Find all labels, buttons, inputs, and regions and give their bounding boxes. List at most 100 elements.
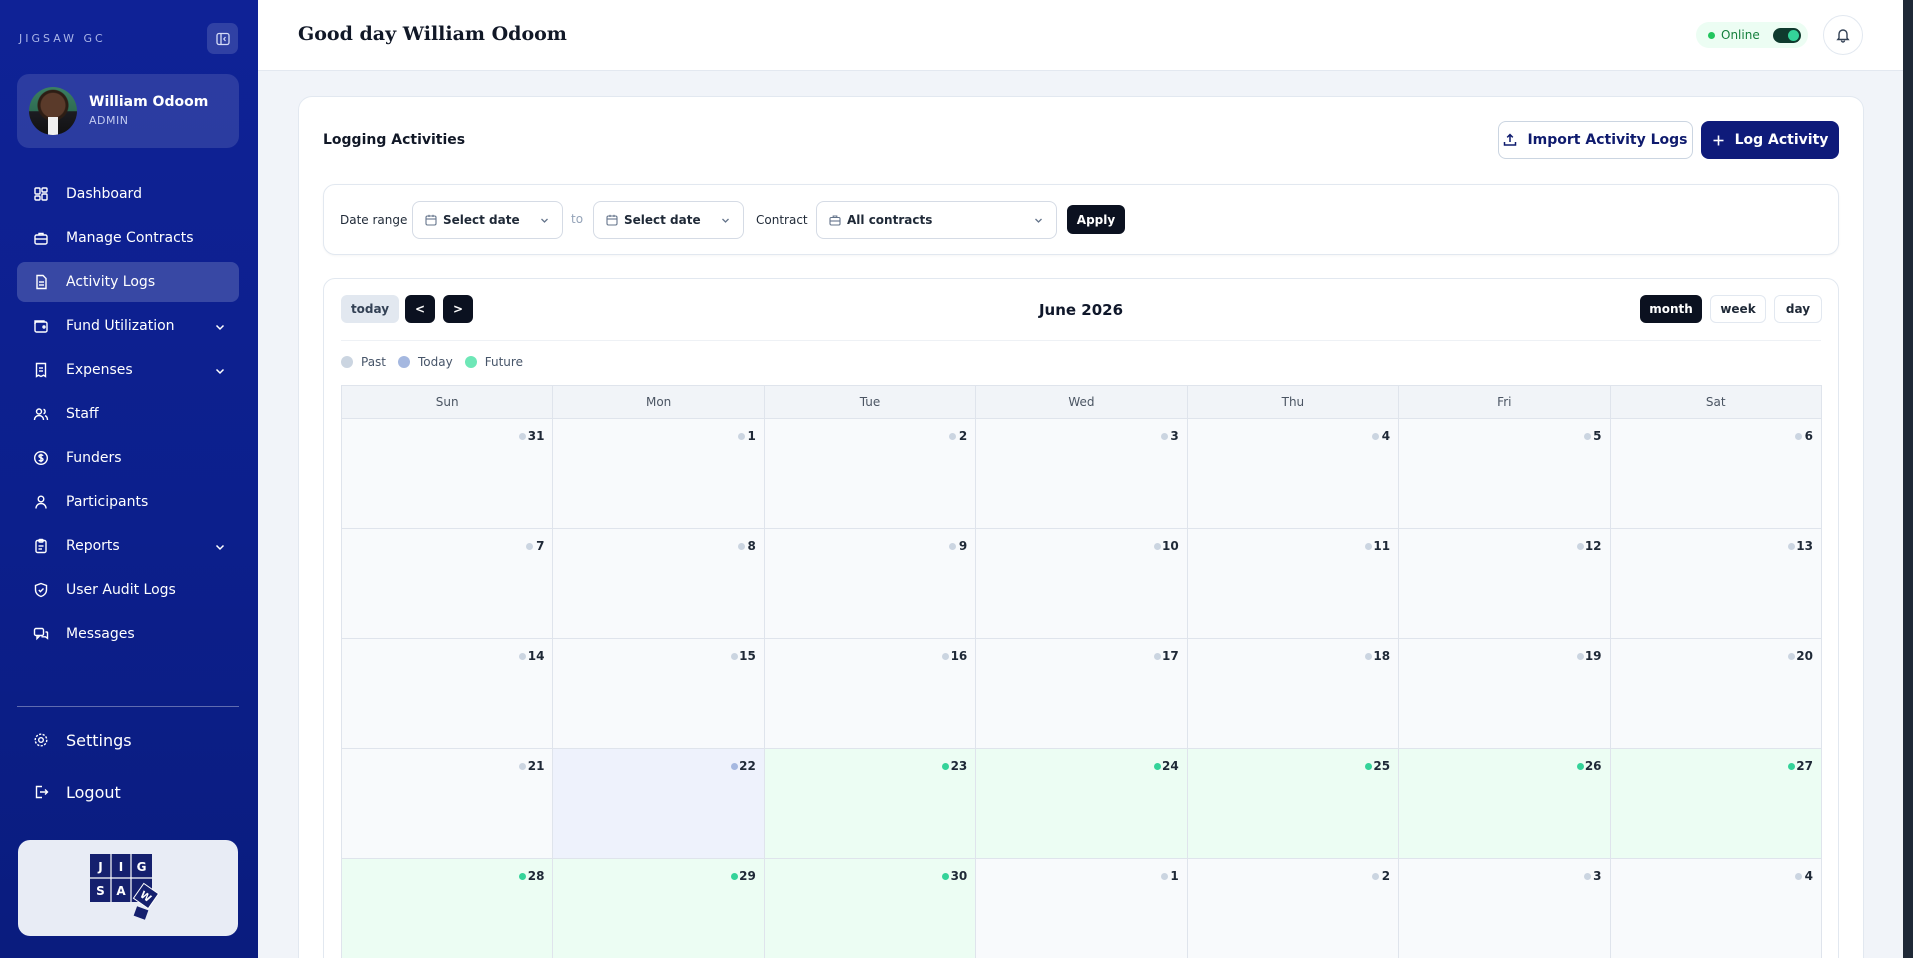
calendar-day-cell[interactable]: 2 bbox=[764, 419, 977, 528]
calendar-day-cell[interactable]: 22 bbox=[553, 749, 765, 858]
calendar-day-cell[interactable]: 31 bbox=[342, 419, 554, 528]
upload-icon bbox=[1504, 133, 1517, 146]
legend-label: Future bbox=[484, 355, 523, 369]
weekday-label: Sun bbox=[342, 386, 554, 418]
start-date-picker[interactable]: Select date bbox=[412, 201, 563, 239]
log-activity-label: Log Activity bbox=[1734, 132, 1829, 148]
sidebar-item-settings[interactable]: Settings bbox=[17, 720, 239, 760]
calendar-week-row: 7 8 9 10 11 12 13 bbox=[342, 529, 1821, 639]
calendar-day-cell[interactable]: 3 bbox=[1399, 859, 1611, 958]
weekday-label: Sat bbox=[1705, 395, 1726, 409]
import-activity-logs-button[interactable]: Import Activity Logs bbox=[1498, 121, 1693, 159]
calendar-day-cell[interactable]: 4 bbox=[1187, 419, 1400, 528]
calendar-day-cell[interactable]: 23 bbox=[764, 749, 977, 858]
day-number: 17 bbox=[1161, 649, 1179, 663]
calendar-weeks: 31 1 2 3 4 5 6 7 8 9 10 11 12 13 14 15 16 17 18 19 20 21 22 23 2… bbox=[342, 419, 1821, 958]
calendar-day-cell[interactable]: 11 bbox=[1187, 529, 1400, 638]
sidebar-item-label: Expenses bbox=[66, 362, 133, 378]
notifications-button[interactable] bbox=[1823, 15, 1863, 55]
sidebar-item-reports[interactable]: Reports bbox=[17, 526, 239, 566]
calendar-day-cell[interactable]: 8 bbox=[553, 529, 765, 638]
sidebar-item-staff[interactable]: Staff bbox=[17, 394, 239, 434]
sidebar-collapse-button[interactable] bbox=[207, 23, 238, 54]
weekday-label: Tue bbox=[765, 386, 977, 418]
calendar-day-cell[interactable]: 5 bbox=[1399, 419, 1611, 528]
calendar-day-cell[interactable]: 13 bbox=[1610, 529, 1821, 638]
calendar-week-row: 14 15 16 17 18 19 20 bbox=[342, 639, 1821, 749]
calendar-day-cell[interactable]: 21 bbox=[342, 749, 554, 858]
day-status-dot bbox=[730, 653, 738, 660]
log-activity-button[interactable]: Log Activity bbox=[1701, 121, 1839, 159]
filter-bar: Date range Select date to Select date Co… bbox=[323, 184, 1839, 255]
sidebar-item-messages[interactable]: Messages bbox=[17, 614, 239, 654]
calendar-day-cell[interactable]: 6 bbox=[1610, 419, 1821, 528]
day-number: 31 bbox=[527, 429, 545, 443]
calendar-day-cell[interactable]: 1 bbox=[976, 859, 1188, 958]
logo-letter: A bbox=[116, 884, 126, 898]
day-status-dot bbox=[1372, 433, 1380, 440]
calendar-day-cell[interactable]: 25 bbox=[1187, 749, 1400, 858]
calendar: today < > June 2026 month week day Past … bbox=[323, 278, 1839, 958]
day-number: 14 bbox=[527, 649, 545, 663]
calendar-day-cell[interactable]: 3 bbox=[976, 419, 1188, 528]
sidebar: JIGSAW GC William Odoom ADMIN Dashboard … bbox=[0, 0, 258, 958]
calendar-day-cell[interactable]: 27 bbox=[1610, 749, 1821, 858]
sidebar-item-expenses[interactable]: Expenses bbox=[17, 350, 239, 390]
calendar-day-cell[interactable]: 15 bbox=[553, 639, 765, 748]
view-week-button[interactable]: week bbox=[1710, 295, 1766, 323]
calendar-day-cell[interactable]: 24 bbox=[976, 749, 1188, 858]
apply-filter-button[interactable]: Apply bbox=[1067, 205, 1125, 234]
briefcase-icon bbox=[829, 215, 841, 226]
calendar-day-cell[interactable]: 19 bbox=[1399, 639, 1611, 748]
sidebar-item-label: Activity Logs bbox=[66, 274, 156, 290]
sidebar-item-participants[interactable]: Participants bbox=[17, 482, 239, 522]
calendar-day-cell[interactable]: 10 bbox=[976, 529, 1188, 638]
calendar-day-cell[interactable]: 20 bbox=[1610, 639, 1821, 748]
start-date-value: Select date bbox=[443, 213, 520, 227]
sidebar-item-user-audit-logs[interactable]: User Audit Logs bbox=[17, 570, 239, 610]
avatar bbox=[29, 87, 77, 135]
settings-label: Settings bbox=[66, 730, 132, 750]
wallet-icon bbox=[32, 317, 50, 335]
calendar-day-cell[interactable]: 29 bbox=[553, 859, 765, 958]
logo-letter: J bbox=[97, 860, 102, 874]
day-number: 20 bbox=[1796, 649, 1813, 663]
sidebar-item-manage-contracts[interactable]: Manage Contracts bbox=[17, 218, 239, 258]
calendar-day-cell[interactable]: 7 bbox=[342, 529, 554, 638]
calendar-day-cell[interactable]: 2 bbox=[1187, 859, 1400, 958]
calendar-day-cell[interactable]: 9 bbox=[764, 529, 977, 638]
calendar-day-cell[interactable]: 30 bbox=[764, 859, 977, 958]
calendar-day-cell[interactable]: 14 bbox=[342, 639, 554, 748]
sidebar-item-funders[interactable]: Funders bbox=[17, 438, 239, 478]
profile-name: William Odoom bbox=[89, 94, 209, 110]
calendar-icon bbox=[425, 214, 437, 226]
day-number: 10 bbox=[1161, 539, 1179, 553]
document-icon bbox=[32, 273, 50, 291]
day-number: 22 bbox=[739, 759, 756, 773]
end-date-picker[interactable]: Select date bbox=[593, 201, 744, 239]
sidebar-item-label: Participants bbox=[66, 494, 149, 510]
sidebar-item-logout[interactable]: Logout bbox=[17, 772, 239, 812]
online-status-dot bbox=[1708, 32, 1715, 39]
calendar-day-cell[interactable]: 16 bbox=[764, 639, 977, 748]
calendar-day-cell[interactable]: 1 bbox=[553, 419, 765, 528]
day-number: 23 bbox=[950, 759, 968, 773]
day-status-dot bbox=[1160, 433, 1168, 440]
calendar-day-cell[interactable]: 26 bbox=[1399, 749, 1611, 858]
calendar-day-cell[interactable]: 4 bbox=[1610, 859, 1821, 958]
sidebar-item-dashboard[interactable]: Dashboard bbox=[17, 174, 239, 214]
calendar-day-cell[interactable]: 28 bbox=[342, 859, 554, 958]
online-toggle[interactable] bbox=[1773, 28, 1801, 43]
view-month-button[interactable]: month bbox=[1640, 295, 1702, 323]
day-status-dot bbox=[730, 873, 738, 880]
contract-select[interactable]: All contracts bbox=[816, 201, 1057, 239]
calendar-day-cell[interactable]: 17 bbox=[976, 639, 1188, 748]
day-status-dot bbox=[1576, 543, 1584, 550]
weekday-label: Wed bbox=[976, 386, 1188, 418]
sidebar-item-fund-utilization[interactable]: Fund Utilization bbox=[17, 306, 239, 346]
view-day-button[interactable]: day bbox=[1774, 295, 1822, 323]
calendar-day-cell[interactable]: 18 bbox=[1187, 639, 1400, 748]
calendar-day-cell[interactable]: 12 bbox=[1399, 529, 1611, 638]
sidebar-item-activity-logs[interactable]: Activity Logs bbox=[17, 262, 239, 302]
profile-card[interactable]: William Odoom ADMIN bbox=[17, 74, 239, 148]
